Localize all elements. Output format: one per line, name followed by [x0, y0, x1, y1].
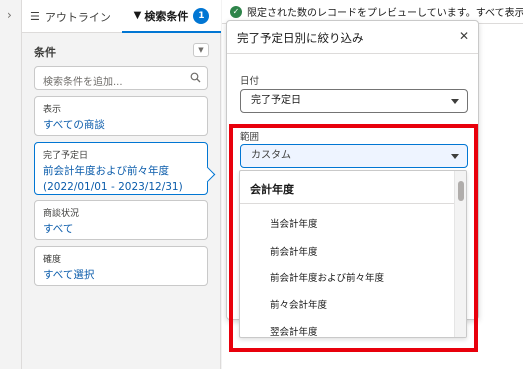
check-circle-icon: ✓ — [230, 5, 242, 18]
filter-card-value: すべての商談 — [43, 119, 105, 131]
filters-count-badge: 1 — [193, 7, 210, 24]
chevron-right-icon[interactable]: › — [7, 8, 12, 22]
filter-card-label: 表示 — [43, 105, 62, 115]
tab-outline-label: アウトライン — [44, 10, 111, 24]
search-placeholder: 検索条件を追加... — [43, 77, 123, 88]
filter-card-stage[interactable]: 商談状況 すべて — [34, 200, 208, 240]
filter-card-label: 商談状況 — [43, 209, 80, 219]
date-field-value: 完了予定日 — [251, 95, 301, 106]
tab-filters[interactable]: ▼ 検索条件 1 — [122, 0, 221, 33]
preview-notice-text: 限定された数のレコードをプレビューしています。すべて表示す — [247, 8, 523, 19]
conditions-menu-button[interactable]: ▼ — [193, 43, 209, 57]
list-icon: ☰ — [30, 10, 40, 23]
filter-card-show[interactable]: 表示 すべての商談 — [34, 96, 208, 136]
caret-down-icon — [451, 99, 459, 104]
date-field-label: 日付 — [240, 76, 260, 87]
annotation-highlight-box — [229, 124, 478, 352]
filter-card-value: すべて — [43, 223, 74, 235]
filter-card-date-range: (2022/01/01 - 2023/12/31) — [43, 181, 183, 193]
date-field-select[interactable]: 完了予定日 — [240, 89, 468, 113]
close-icon[interactable]: ✕ — [459, 29, 469, 43]
filter-card-label: 確度 — [43, 255, 62, 265]
filter-card-value: すべて選択 — [43, 269, 95, 281]
filter-card-close-date[interactable]: 完了予定日 前会計年度および前々年度 (2022/01/01 - 2023/12… — [34, 142, 208, 195]
filter-card-value: 前会計年度および前々年度 — [43, 165, 169, 177]
add-filter-search[interactable]: 検索条件を追加... — [34, 66, 208, 90]
filter-card-probability[interactable]: 確度 すべて選択 — [34, 246, 208, 286]
filters-panel: ☰ アウトライン ▼ 検索条件 1 条件 ▼ 検索条件を追加... 表示 すべて… — [22, 0, 221, 369]
chevron-down-icon: ▼ — [198, 46, 204, 54]
collapse-rail[interactable]: › — [0, 0, 22, 369]
search-icon — [190, 72, 201, 83]
filter-card-label: 完了予定日 — [43, 151, 89, 161]
popover-title: 完了予定日別に絞り込み — [237, 31, 364, 45]
panel-tabs: ☰ アウトライン ▼ 検索条件 1 — [22, 0, 221, 33]
funnel-icon: ▼ — [133, 10, 142, 21]
tab-filters-label: 検索条件 — [144, 9, 189, 23]
tab-outline[interactable]: ☰ アウトライン — [30, 0, 111, 33]
conditions-heading: 条件 — [34, 46, 56, 59]
divider — [227, 53, 478, 54]
